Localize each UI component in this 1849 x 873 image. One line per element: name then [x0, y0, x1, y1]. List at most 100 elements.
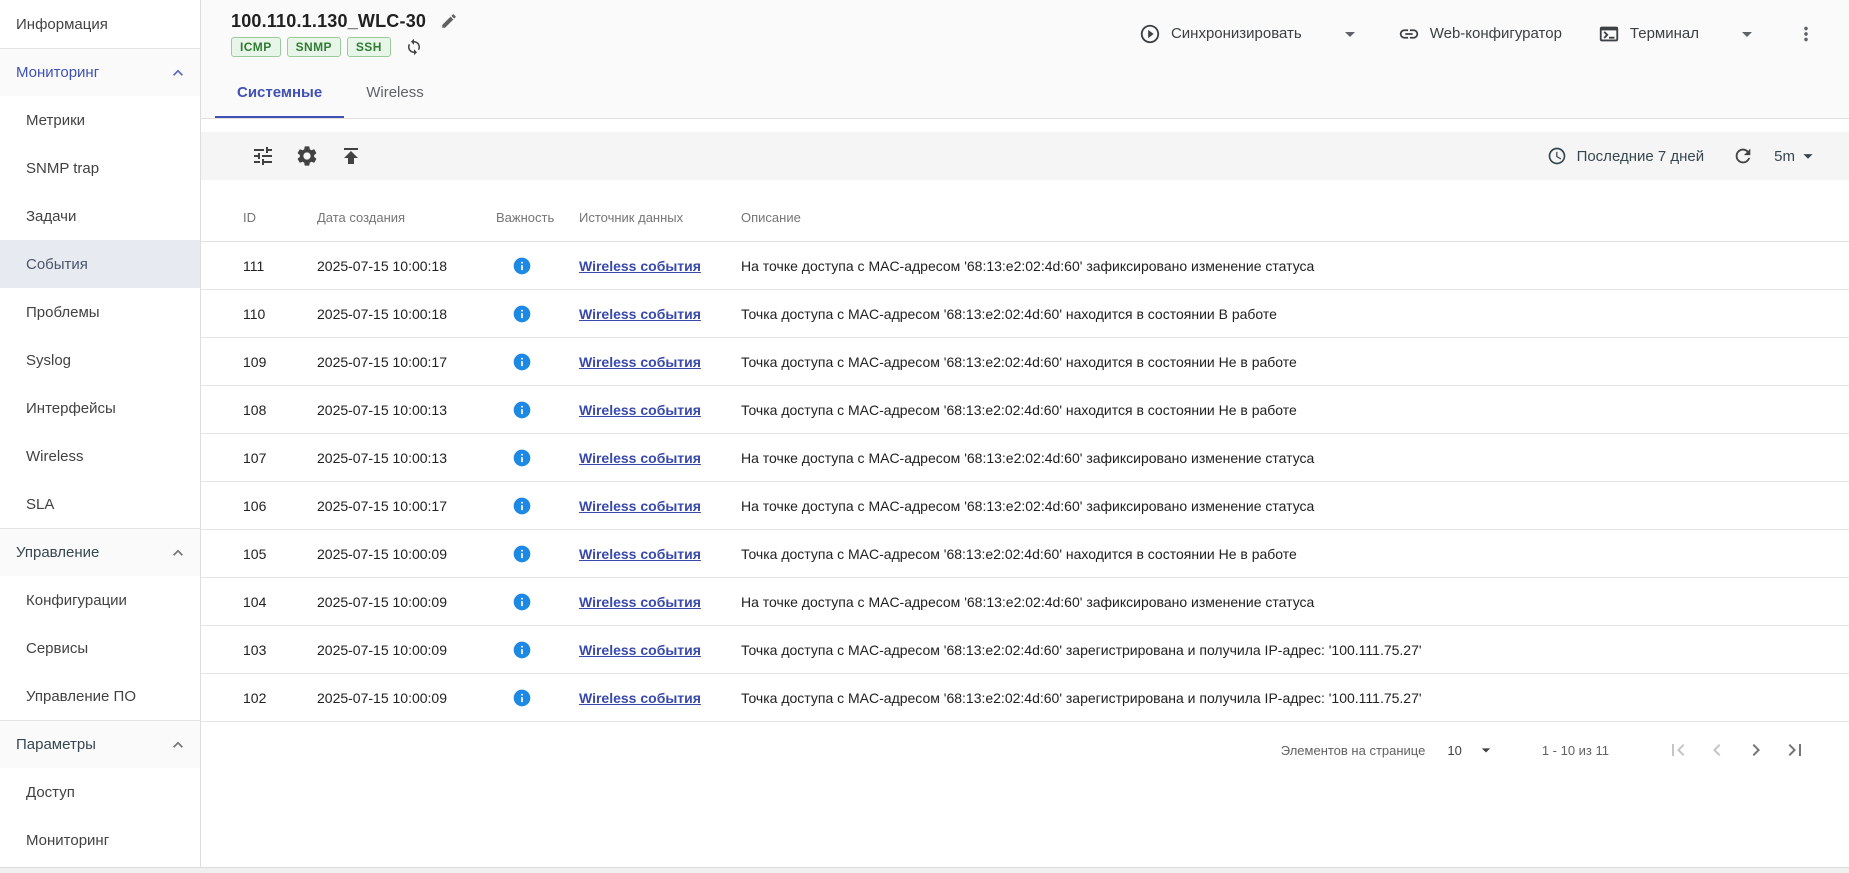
terminal-icon	[1598, 23, 1620, 45]
sidebar-item-sla[interactable]: SLA	[0, 480, 200, 528]
event-description-cell: На точке доступа с MAC-адресом '68:13:e2…	[741, 594, 1823, 610]
event-date-cell: 2025-07-15 10:00:13	[317, 402, 496, 418]
event-severity-cell	[496, 304, 579, 324]
sidebar-section-label: Параметры	[16, 736, 96, 753]
edit-device-name-button[interactable]	[440, 12, 458, 30]
sidebar-item-configurations[interactable]: Конфигурации	[0, 576, 200, 624]
export-button[interactable]	[339, 144, 363, 168]
tab-system-events[interactable]: Системные	[215, 67, 344, 118]
event-date-cell: 2025-07-15 10:00:09	[317, 594, 496, 610]
synchronize-dropdown-button[interactable]	[1338, 22, 1362, 46]
refresh-button[interactable]	[1732, 145, 1754, 167]
event-id-cell: 103	[243, 642, 317, 658]
first-page-button[interactable]	[1666, 738, 1690, 762]
event-source-link[interactable]: Wireless события	[579, 450, 701, 466]
event-id-cell: 107	[243, 450, 317, 466]
sidebar-item-tasks[interactable]: Задачи	[0, 192, 200, 240]
time-range-button[interactable]: Последние 7 дней	[1547, 146, 1705, 166]
kebab-menu-icon	[1795, 23, 1817, 45]
event-source-link[interactable]: Wireless события	[579, 258, 701, 274]
upload-icon	[339, 144, 363, 168]
terminal-button[interactable]: Терминал	[1598, 23, 1699, 45]
info-icon	[512, 400, 532, 420]
column-header-source: Источник данных	[579, 210, 741, 225]
event-date-cell: 2025-07-15 10:00:13	[317, 450, 496, 466]
info-icon	[512, 304, 532, 324]
tab-wireless[interactable]: Wireless	[344, 67, 446, 118]
event-severity-cell	[496, 256, 579, 276]
items-per-page-select[interactable]: 10	[1447, 740, 1495, 760]
device-refresh-button[interactable]	[405, 38, 423, 56]
horizontal-scrollbar[interactable]	[0, 867, 1849, 873]
event-description-cell: Точка доступа с MAC-адресом '68:13:e2:02…	[741, 642, 1823, 658]
table-row: 109 2025-07-15 10:00:17 Wireless события…	[201, 338, 1849, 386]
terminal-dropdown-button[interactable]	[1735, 22, 1759, 46]
previous-page-button[interactable]	[1705, 738, 1729, 762]
event-severity-cell	[496, 352, 579, 372]
main-area: 100.110.1.130_WLC-30 ICMP SNMP SSH	[201, 0, 1849, 873]
table-header-row: ID Дата создания Важность Источник данны…	[201, 194, 1849, 242]
event-severity-cell	[496, 592, 579, 612]
table-row: 103 2025-07-15 10:00:09 Wireless события…	[201, 626, 1849, 674]
sidebar-section-monitoring[interactable]: Мониторинг	[0, 48, 200, 96]
sidebar-section-label: Управление	[16, 544, 99, 561]
sidebar-section-management[interactable]: Управление	[0, 528, 200, 576]
sidebar-item-snmp-trap[interactable]: SNMP trap	[0, 144, 200, 192]
event-source-link[interactable]: Wireless события	[579, 498, 701, 514]
info-icon	[512, 256, 532, 276]
filter-button[interactable]	[251, 144, 275, 168]
chevron-right-icon	[1744, 738, 1768, 762]
event-severity-cell	[496, 400, 579, 420]
sidebar-item-software-management[interactable]: Управление ПО	[0, 672, 200, 720]
event-source-link[interactable]: Wireless события	[579, 594, 701, 610]
chevron-down-icon	[1735, 22, 1759, 46]
event-description-cell: Точка доступа с MAC-адресом '68:13:e2:02…	[741, 354, 1823, 370]
more-actions-button[interactable]	[1795, 23, 1817, 45]
synchronize-button[interactable]: Синхронизировать	[1139, 23, 1302, 45]
event-source-link[interactable]: Wireless события	[579, 642, 701, 658]
sidebar-item-problems[interactable]: Проблемы	[0, 288, 200, 336]
page-range-label: 1 - 10 из 11	[1542, 743, 1609, 758]
paginator: Элементов на странице 10 1 - 10 из 11	[201, 722, 1849, 778]
events-toolbar: Последние 7 дней 5m	[201, 132, 1849, 180]
event-source-link[interactable]: Wireless события	[579, 354, 701, 370]
event-severity-cell	[496, 448, 579, 468]
refresh-interval-select[interactable]: 5m	[1774, 145, 1819, 167]
sidebar-item-monitoring-params[interactable]: Мониторинг	[0, 816, 200, 864]
sidebar-section-label: Мониторинг	[16, 64, 99, 81]
event-source-link[interactable]: Wireless события	[579, 690, 701, 706]
device-header: 100.110.1.130_WLC-30 ICMP SNMP SSH	[201, 0, 1849, 67]
info-icon	[512, 544, 532, 564]
event-severity-cell	[496, 544, 579, 564]
sidebar-item-information[interactable]: Информация	[0, 0, 200, 48]
sidebar-item-metrics[interactable]: Метрики	[0, 96, 200, 144]
sidebar-item-syslog[interactable]: Syslog	[0, 336, 200, 384]
event-id-cell: 102	[243, 690, 317, 706]
sidebar-item-wireless[interactable]: Wireless	[0, 432, 200, 480]
sidebar-item-access[interactable]: Доступ	[0, 768, 200, 816]
event-source-link[interactable]: Wireless события	[579, 546, 701, 562]
chevron-down-icon	[1797, 145, 1819, 167]
sidebar-item-services[interactable]: Сервисы	[0, 624, 200, 672]
event-date-cell: 2025-07-15 10:00:09	[317, 690, 496, 706]
tab-bar: Системные Wireless	[201, 67, 1849, 119]
next-page-button[interactable]	[1744, 738, 1768, 762]
event-description-cell: Точка доступа с MAC-адресом '68:13:e2:02…	[741, 690, 1823, 706]
sidebar-item-interfaces[interactable]: Интерфейсы	[0, 384, 200, 432]
web-configurator-button[interactable]: Web-конфигуратор	[1398, 23, 1562, 45]
sidebar-section-parameters[interactable]: Параметры	[0, 720, 200, 768]
clock-icon	[1547, 146, 1567, 166]
event-source-link[interactable]: Wireless события	[579, 306, 701, 322]
event-date-cell: 2025-07-15 10:00:17	[317, 498, 496, 514]
event-source-link[interactable]: Wireless события	[579, 402, 701, 418]
event-id-cell: 104	[243, 594, 317, 610]
sidebar-item-events[interactable]: События	[0, 240, 200, 288]
play-circle-icon	[1139, 23, 1161, 45]
pencil-icon	[440, 12, 458, 30]
table-settings-button[interactable]	[295, 144, 319, 168]
info-icon	[512, 592, 532, 612]
event-date-cell: 2025-07-15 10:00:18	[317, 258, 496, 274]
device-info: 100.110.1.130_WLC-30 ICMP SNMP SSH	[231, 11, 458, 57]
last-page-button[interactable]	[1783, 738, 1807, 762]
events-content: Последние 7 дней 5m ID Дата создания Важ…	[201, 119, 1849, 873]
